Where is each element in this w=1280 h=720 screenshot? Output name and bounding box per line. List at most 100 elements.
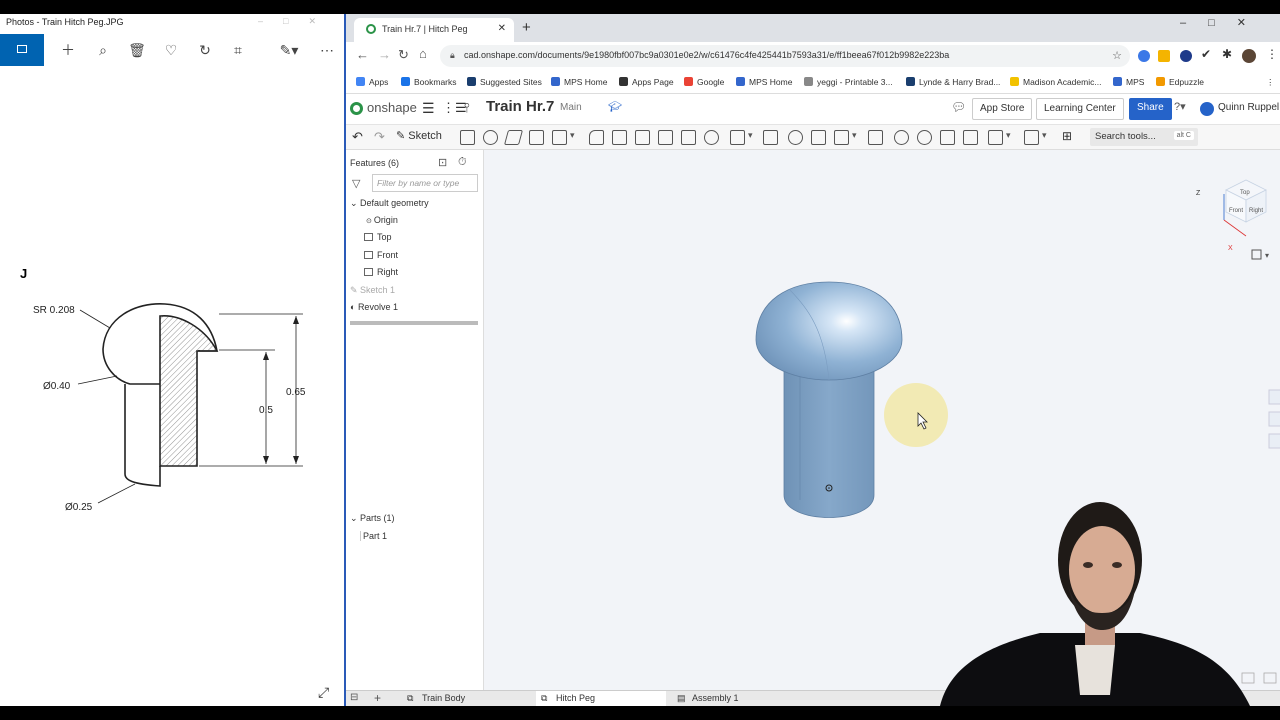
hamburger-menu-icon[interactable]: ☰ [422, 100, 435, 117]
pattern-icon[interactable] [730, 130, 745, 145]
loft-icon[interactable] [529, 130, 544, 145]
default-geometry-group[interactable]: ⌄ Default geometry [350, 198, 429, 209]
more-bookmarks-icon[interactable]: ⋮ [1266, 77, 1275, 88]
extension-icon-1[interactable] [1138, 50, 1150, 62]
dropdown-icon[interactable]: ▾ [1006, 130, 1011, 141]
browser-tab-active[interactable]: Train Hr.7 | Hitch Peg ✕ [354, 18, 514, 42]
plane-item-top[interactable]: Top [364, 232, 392, 242]
bookmark-9[interactable]: Madison Academic... [1010, 77, 1101, 87]
bookmark-5[interactable]: Google [684, 77, 724, 87]
view-cube-right[interactable]: Right [1249, 208, 1263, 214]
draft-icon[interactable] [635, 130, 650, 145]
bookmark-6[interactable]: MPS Home [736, 77, 792, 87]
back-icon[interactable]: ← [356, 47, 369, 62]
search-tools-input[interactable]: Search tools... alt C [1090, 128, 1198, 146]
add-custom-feature-icon[interactable]: ⊞ [1062, 129, 1072, 143]
app-store-button[interactable]: App Store [972, 98, 1033, 120]
share-button[interactable]: Share [1129, 98, 1172, 120]
rotate-icon[interactable]: ↻ [195, 40, 215, 60]
redo-icon[interactable]: ↷ [374, 129, 385, 145]
delete-icon[interactable]: 🗑︎ [127, 40, 147, 60]
comments-icon[interactable]: 💬︎ [951, 100, 966, 114]
profile-avatar[interactable] [1242, 49, 1256, 63]
edit-icon[interactable]: ✎▾ [276, 40, 302, 60]
view-cube[interactable]: Top Front Right Z X [1196, 179, 1267, 252]
user-name[interactable]: Quinn Ruppel [1218, 102, 1279, 113]
right-panel-config-icon[interactable] [1268, 433, 1280, 449]
dropdown-icon[interactable]: ▾ [1042, 130, 1047, 141]
extension-icon-2[interactable] [1158, 50, 1170, 62]
branch-name[interactable]: Main [560, 102, 582, 113]
tab-manager-icon[interactable]: ⊟ [350, 692, 358, 703]
rollback-timer-icon[interactable]: ⏱︎ [458, 156, 467, 169]
sheet-metal-icon[interactable] [988, 130, 1003, 145]
reload-icon[interactable]: ↻ [398, 47, 409, 63]
bookmark-11[interactable]: Edpuzzle [1156, 77, 1204, 87]
bookmark-10[interactable]: MPS [1113, 77, 1144, 87]
rollback-bar[interactable] [350, 321, 478, 325]
help-icon[interactable]: ?▾ [1174, 100, 1186, 113]
tab-train-body[interactable]: ⧉ Train Body [402, 691, 530, 707]
learning-center-button[interactable]: Learning Center [1036, 98, 1124, 120]
heart-icon[interactable]: ♡ [161, 40, 181, 60]
undo-icon[interactable]: ↶ [352, 129, 363, 145]
dropdown-icon[interactable]: ▾ [570, 130, 575, 141]
fillet-icon[interactable] [589, 130, 604, 145]
tab-hitch-peg[interactable]: ⧉ Hitch Peg [536, 691, 666, 707]
add-folder-icon[interactable]: ⊡ [438, 156, 447, 169]
part-1-item[interactable]: Part 1 [360, 531, 387, 541]
more-icon[interactable]: ⋯ [317, 40, 337, 60]
forward-icon[interactable]: → [378, 47, 391, 62]
check-icon[interactable]: ✔ [1201, 47, 1211, 61]
dropdown-icon[interactable]: ▾ [748, 130, 753, 141]
expand-icon[interactable]: ⤢ [318, 684, 329, 701]
plane-icon[interactable] [894, 130, 909, 145]
sketch-button[interactable]: ✎ Sketch [396, 129, 442, 142]
plane-item-right[interactable]: Right [364, 267, 398, 277]
right-panel-bom-icon[interactable] [1268, 411, 1280, 427]
filter-input[interactable]: Filter by name or type [372, 174, 478, 192]
mirror-icon[interactable] [763, 130, 778, 145]
bookmark-0[interactable]: Apps [356, 77, 388, 87]
transform-icon[interactable] [834, 130, 849, 145]
branch-icon[interactable]: ⫯ [464, 100, 470, 116]
measure-icon[interactable] [1024, 130, 1039, 145]
bookmark-8[interactable]: Lynde & Harry Brad... [906, 77, 1000, 87]
shell-icon[interactable] [681, 130, 696, 145]
bookmark-3[interactable]: MPS Home [551, 77, 607, 87]
parts-header[interactable]: ⌄ Parts (1) [350, 513, 395, 524]
bookmark-7[interactable]: yeggi - Printable 3... [804, 77, 893, 87]
revolve-1-item[interactable]: ◐ Revolve 1 [350, 302, 398, 312]
url-input[interactable]: 🔒︎ cad.onshape.com/documents/9e1980fbf00… [440, 45, 1130, 67]
split-icon[interactable] [811, 130, 826, 145]
new-tab-icon[interactable]: + [522, 19, 531, 36]
delete-part-icon[interactable] [868, 130, 883, 145]
bookmark-4[interactable]: Apps Page [619, 77, 674, 87]
image-icon[interactable] [0, 34, 44, 66]
surface-icon[interactable] [963, 130, 978, 145]
view-cube-top[interactable]: Top [1240, 190, 1250, 196]
menu-dots-icon[interactable]: ⋮ [1266, 47, 1278, 61]
versions-icon[interactable]: ⋮☰ [442, 100, 467, 116]
mate-connector-icon[interactable] [917, 130, 932, 145]
sweep-icon[interactable] [503, 130, 524, 145]
crop-icon[interactable]: ⌗ [228, 40, 248, 60]
part-shank[interactable] [783, 363, 875, 518]
part-dome-head[interactable] [755, 281, 903, 381]
star-icon[interactable]: ☆ [1112, 49, 1122, 62]
tab-assembly-1[interactable]: ▤ Assembly 1 [672, 691, 800, 707]
rib-icon[interactable] [658, 130, 673, 145]
sketch-1-item[interactable]: ✎ Sketch 1 [350, 285, 395, 296]
extension-icon-3[interactable] [1180, 50, 1192, 62]
view-options-icon[interactable] [1251, 249, 1262, 260]
close-tab-icon[interactable]: ✕ [498, 23, 506, 34]
puzzle-icon[interactable]: ✱ [1222, 47, 1232, 61]
onshape-logo-text[interactable]: onshape [367, 100, 417, 115]
dropdown-icon[interactable]: ▾ [852, 130, 857, 141]
revolve-icon[interactable] [483, 130, 498, 145]
helix-icon[interactable] [940, 130, 955, 145]
extrude-icon[interactable] [460, 130, 475, 145]
add-icon[interactable]: ＋ [58, 40, 78, 60]
chamfer-icon[interactable] [612, 130, 627, 145]
home-icon[interactable]: ⌂ [419, 46, 427, 61]
